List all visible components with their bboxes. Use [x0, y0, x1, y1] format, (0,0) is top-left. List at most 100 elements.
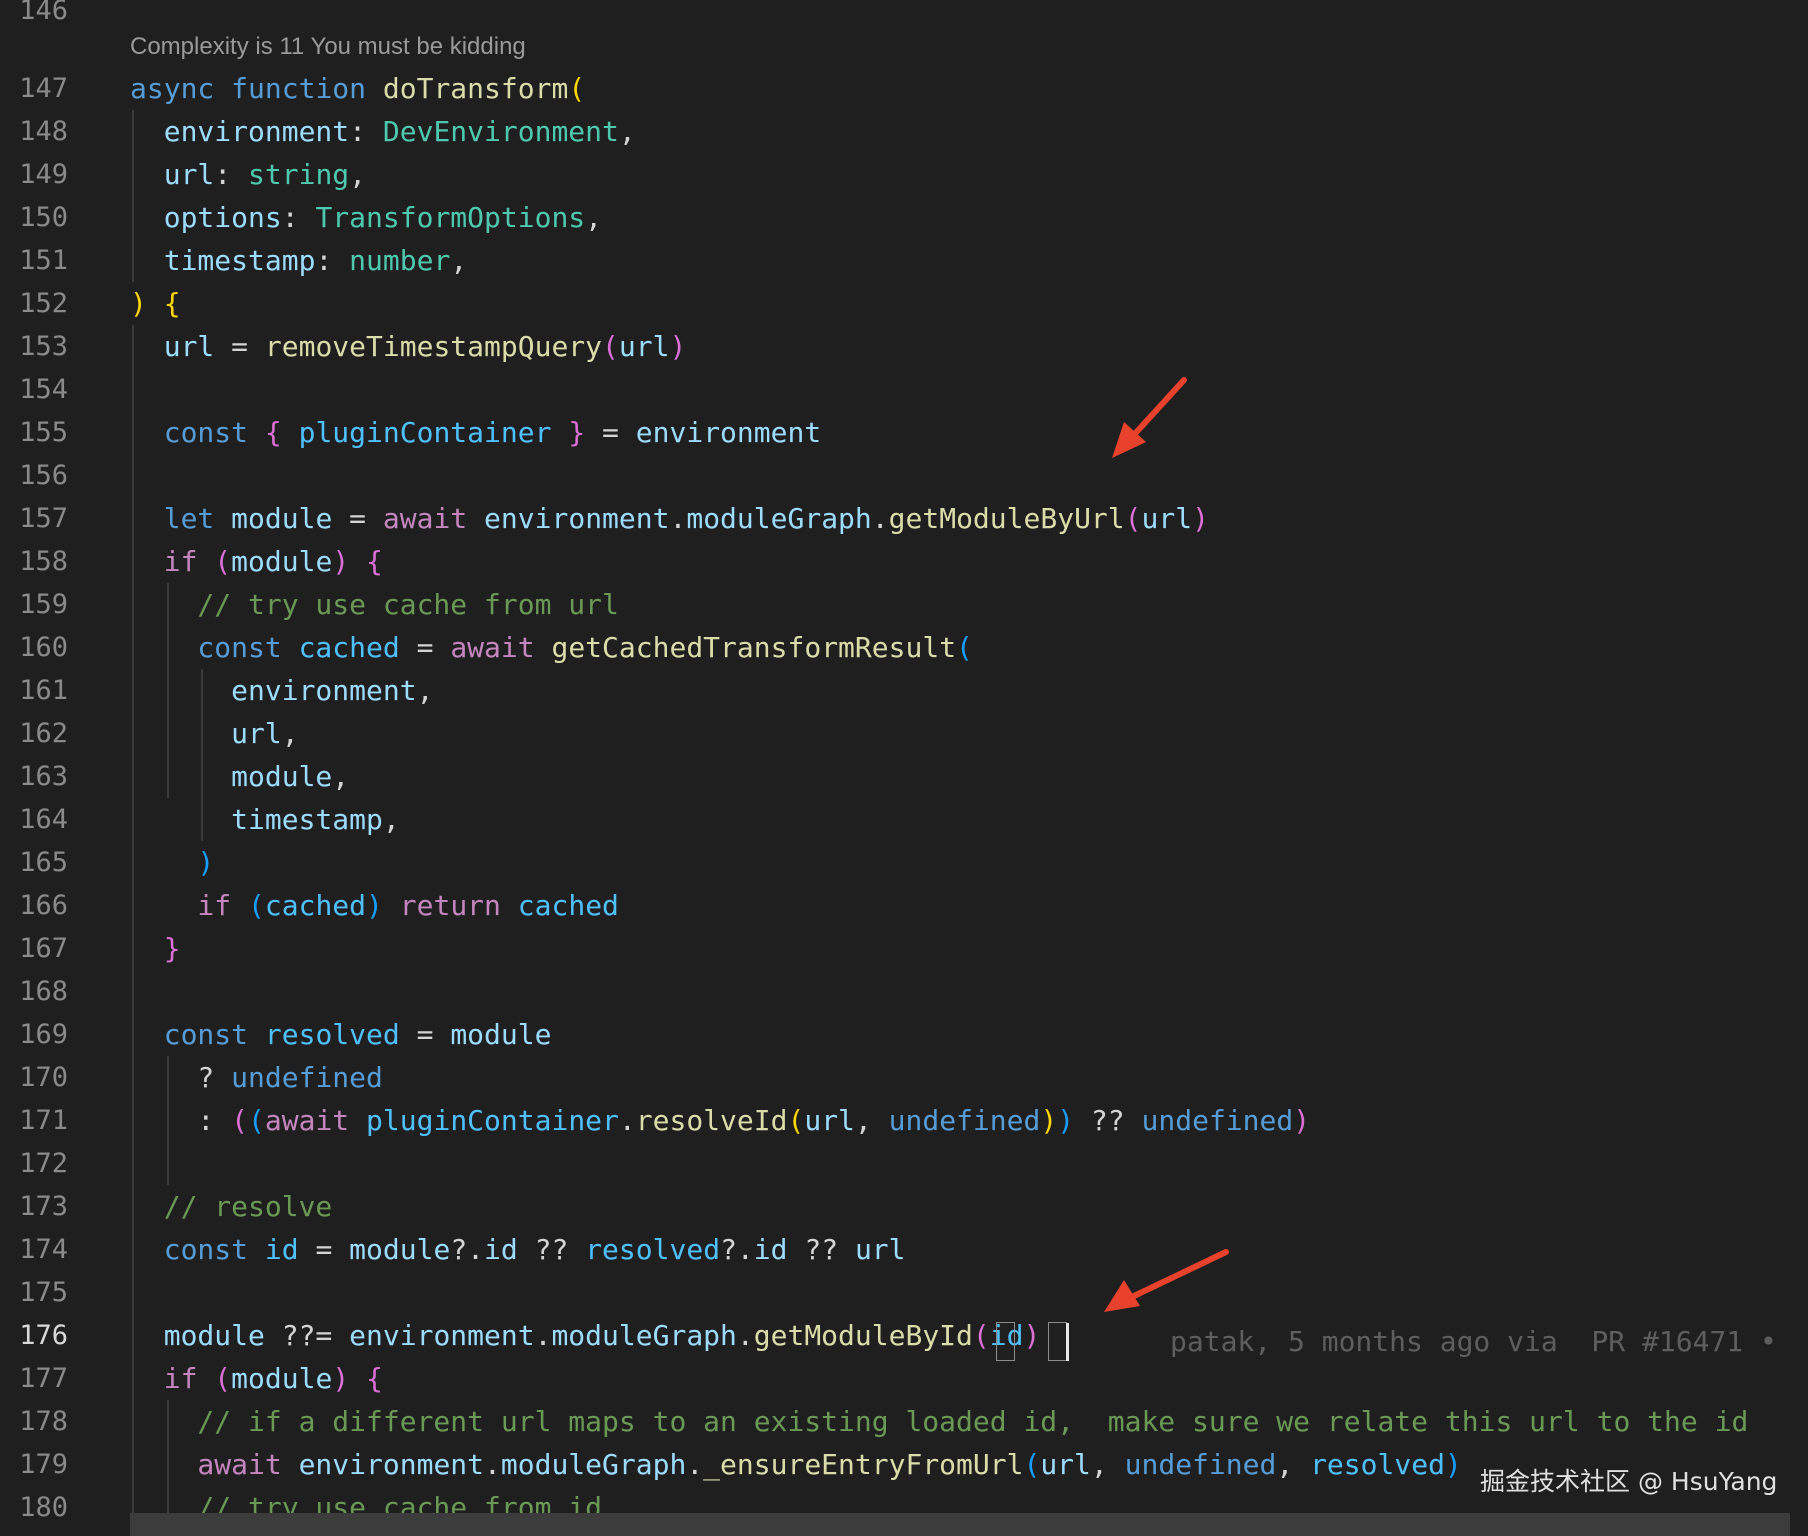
code-token: module — [231, 502, 333, 535]
code-token: { — [264, 416, 282, 449]
code-line-active[interactable]: module ??= environment.moduleGraph.getMo… — [130, 1314, 1041, 1357]
code-token: url — [804, 1104, 855, 1137]
code-line[interactable]: async function doTransform( — [130, 67, 585, 110]
code-line[interactable]: // try use cache from url — [130, 583, 618, 626]
code-line[interactable]: let module = await environment.moduleGra… — [130, 497, 1209, 540]
code-token: : — [130, 1104, 232, 1137]
code-token: : — [315, 244, 350, 277]
code-token: url — [130, 158, 215, 191]
line-number: 175 — [19, 1277, 68, 1308]
line-number: 177 — [19, 1363, 68, 1394]
code-token: { — [163, 287, 181, 320]
code-token: undefined — [888, 1104, 1041, 1137]
code-line[interactable]: ) { — [130, 282, 181, 325]
code-line[interactable]: url, — [130, 712, 298, 755]
line-number: 161 — [19, 675, 68, 706]
code-token: url — [618, 330, 670, 363]
code-token: url — [854, 1233, 906, 1266]
code-token: timestamp — [130, 244, 316, 277]
code-token: url — [1040, 1448, 1091, 1481]
code-line[interactable]: const { pluginContainer } = environment — [130, 411, 822, 454]
code-token: , — [450, 244, 468, 277]
watermark: 掘金技术社区 @ HsuYang — [1480, 1467, 1778, 1496]
code-token: ( — [787, 1104, 805, 1137]
code-token: ) — [1057, 1104, 1075, 1137]
code-token: , — [332, 760, 350, 793]
code-token: undefined — [1141, 1104, 1294, 1137]
code-line[interactable]: // if a different url maps to an existin… — [130, 1400, 1748, 1443]
code-token: id — [753, 1233, 788, 1266]
code-line[interactable]: ) — [130, 841, 214, 884]
code-token: . — [484, 1448, 501, 1481]
code-token: } — [130, 932, 181, 965]
code-line[interactable]: options: TransformOptions, — [130, 196, 602, 239]
code-token: function — [231, 72, 367, 105]
code-token: : — [349, 115, 383, 148]
code-line[interactable]: timestamp, — [130, 798, 400, 841]
code-token: if — [130, 889, 232, 922]
code-token: , — [1090, 1448, 1125, 1481]
code-line[interactable]: if (cached) return cached — [130, 884, 619, 927]
code-token: ?? — [787, 1233, 855, 1266]
code-token: ) — [332, 1362, 350, 1395]
code-editor[interactable]: 146 147 148 149 150 151 152 153 154 155 … — [0, 0, 1808, 1536]
git-blame-annotation[interactable]: patak, 5 months ago via PR #16471 • — [1170, 1320, 1777, 1363]
code-token: . — [871, 502, 889, 535]
code-token: // resolve — [130, 1190, 333, 1223]
code-line[interactable]: const id = module?.id ?? resolved?.id ??… — [130, 1228, 906, 1271]
line-number: 163 — [19, 761, 68, 792]
line-number: 179 — [19, 1449, 68, 1480]
code-token: module — [130, 1319, 265, 1352]
annotation-arrow-lower — [1104, 1249, 1229, 1312]
code-token: . — [686, 1448, 704, 1481]
code-token: ) — [669, 330, 687, 363]
code-token: , — [618, 115, 636, 148]
code-token: moduleGraph — [686, 502, 872, 535]
code-line[interactable]: if (module) { — [130, 1357, 383, 1400]
code-token: ?. — [450, 1233, 485, 1266]
code-line[interactable]: ? undefined — [130, 1056, 382, 1099]
code-line[interactable]: : ((await pluginContainer.resolveId(url,… — [130, 1099, 1310, 1142]
code-line[interactable]: // resolve — [130, 1185, 333, 1228]
code-token: ? — [130, 1061, 232, 1094]
code-token: = — [585, 416, 636, 449]
code-line[interactable]: await environment.moduleGraph._ensureEnt… — [130, 1443, 1461, 1486]
code-token: module — [130, 760, 333, 793]
line-number: 150 — [19, 202, 68, 233]
code-line[interactable]: environment: DevEnvironment, — [130, 110, 636, 153]
line-number: 159 — [19, 589, 68, 620]
code-token: ) — [366, 889, 383, 922]
code-line[interactable]: environment, — [130, 669, 433, 712]
code-line[interactable]: url: string, — [130, 153, 366, 196]
line-number-active: 176 — [19, 1320, 68, 1351]
code-token: ( — [214, 1362, 232, 1395]
code-token: , — [854, 1104, 889, 1137]
code-token: resolved — [264, 1018, 400, 1051]
code-line[interactable]: if (module) { — [130, 540, 383, 583]
code-line[interactable]: url = removeTimestampQuery(url) — [130, 325, 687, 368]
code-token: { — [366, 1362, 383, 1395]
code-line[interactable]: } — [130, 927, 181, 970]
codelens-complexity[interactable]: Complexity is 11 You must be kidding — [130, 33, 526, 61]
code-line[interactable]: module, — [130, 755, 349, 798]
code-token: } — [568, 416, 586, 449]
code-line[interactable]: const resolved = module — [130, 1013, 552, 1056]
code-line[interactable]: timestamp: number, — [130, 239, 467, 282]
code-token: , — [349, 158, 367, 191]
code-line[interactable]: const cached = await getCachedTransformR… — [130, 626, 972, 669]
line-number: 165 — [19, 847, 68, 878]
code-token: . — [618, 1104, 636, 1137]
horizontal-scrollbar[interactable] — [130, 1513, 1790, 1536]
code-token: number — [349, 244, 451, 277]
line-number: 173 — [19, 1191, 68, 1222]
code-token: : — [214, 158, 249, 191]
code-token: resolveId — [635, 1104, 788, 1137]
code-token: TransformOptions — [315, 201, 586, 234]
